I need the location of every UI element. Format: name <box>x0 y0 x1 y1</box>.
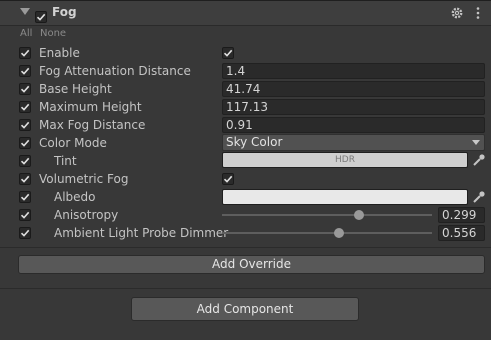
override-checkbox-max-height[interactable] <box>19 101 31 113</box>
add-override-button[interactable]: Add Override <box>18 255 485 274</box>
attenuation-field[interactable]: 1.4 <box>222 63 485 79</box>
select-all-link[interactable]: All <box>20 28 32 39</box>
enable-label: Enable <box>39 46 80 60</box>
eyedropper-icon[interactable] <box>472 190 486 204</box>
ambient-dimmer-slider-thumb[interactable] <box>333 228 344 238</box>
component-title: Fog <box>52 5 77 19</box>
ambient-dimmer-label: Ambient Light Probe Dimmer <box>54 226 229 240</box>
anisotropy-slider-thumb[interactable] <box>353 210 364 220</box>
checkmark-icon <box>223 49 233 57</box>
override-checkbox-color-mode[interactable] <box>19 137 31 149</box>
override-checkbox-ambient-dimmer[interactable] <box>19 227 31 239</box>
base-height-field[interactable]: 41.74 <box>222 81 485 97</box>
albedo-label: Albedo <box>54 190 96 204</box>
component-enabled-checkbox[interactable] <box>35 11 47 23</box>
foldout-arrow-icon[interactable] <box>20 8 30 15</box>
settings-icon[interactable] <box>450 6 464 20</box>
checkmark-icon <box>36 13 46 21</box>
checkmark-icon <box>20 121 30 129</box>
ambient-dimmer-slider-track[interactable] <box>222 232 432 234</box>
color-mode-label: Color Mode <box>39 136 107 150</box>
color-mode-dropdown[interactable]: Sky Color <box>222 134 485 151</box>
checkmark-icon <box>20 193 30 201</box>
tint-label: Tint <box>54 154 77 168</box>
anisotropy-label: Anisotropy <box>54 208 119 222</box>
volumetric-label: Volumetric Fog <box>39 172 129 186</box>
hdr-tag: HDR <box>335 155 355 165</box>
override-checkbox-tint[interactable] <box>19 155 31 167</box>
checkmark-icon <box>223 175 233 183</box>
component-divider <box>0 288 491 289</box>
add-component-button[interactable]: Add Component <box>131 297 359 321</box>
checkmark-icon <box>20 229 30 237</box>
checkmark-icon <box>20 85 30 93</box>
anisotropy-field[interactable]: 0.299 <box>438 207 485 223</box>
override-checkbox-volumetric[interactable] <box>19 173 31 185</box>
more-icon[interactable] <box>475 6 481 20</box>
override-checkbox-base-height[interactable] <box>19 83 31 95</box>
albedo-color-field[interactable] <box>222 189 468 205</box>
max-distance-label: Max Fog Distance <box>39 118 146 132</box>
section-divider <box>0 247 491 248</box>
eyedropper-icon[interactable] <box>472 153 486 167</box>
ambient-dimmer-field[interactable]: 0.556 <box>438 225 485 241</box>
override-checkbox-albedo[interactable] <box>19 191 31 203</box>
checkmark-icon <box>20 175 30 183</box>
checkmark-icon <box>20 49 30 57</box>
checkmark-icon <box>20 139 30 147</box>
anisotropy-slider-track[interactable] <box>222 214 432 216</box>
override-checkbox-max-distance[interactable] <box>19 119 31 131</box>
tint-color-field[interactable]: HDR <box>222 152 468 168</box>
select-none-link[interactable]: None <box>40 28 66 39</box>
max-height-field[interactable]: 117.13 <box>222 99 485 115</box>
enable-checkbox[interactable] <box>222 47 234 59</box>
attenuation-label: Fog Attenuation Distance <box>39 64 191 78</box>
override-checkbox-attenuation[interactable] <box>19 65 31 77</box>
checkmark-icon <box>20 103 30 111</box>
override-checkbox-anisotropy[interactable] <box>19 209 31 221</box>
dropdown-arrow-icon <box>472 140 480 145</box>
checkmark-icon <box>20 157 30 165</box>
volumetric-checkbox[interactable] <box>222 173 234 185</box>
checkmark-icon <box>20 211 30 219</box>
max-distance-field[interactable]: 0.91 <box>222 117 485 133</box>
checkmark-icon <box>20 67 30 75</box>
color-mode-value: Sky Color <box>226 135 283 149</box>
base-height-label: Base Height <box>39 82 112 96</box>
override-checkbox-enable[interactable] <box>19 47 31 59</box>
max-height-label: Maximum Height <box>39 100 142 114</box>
